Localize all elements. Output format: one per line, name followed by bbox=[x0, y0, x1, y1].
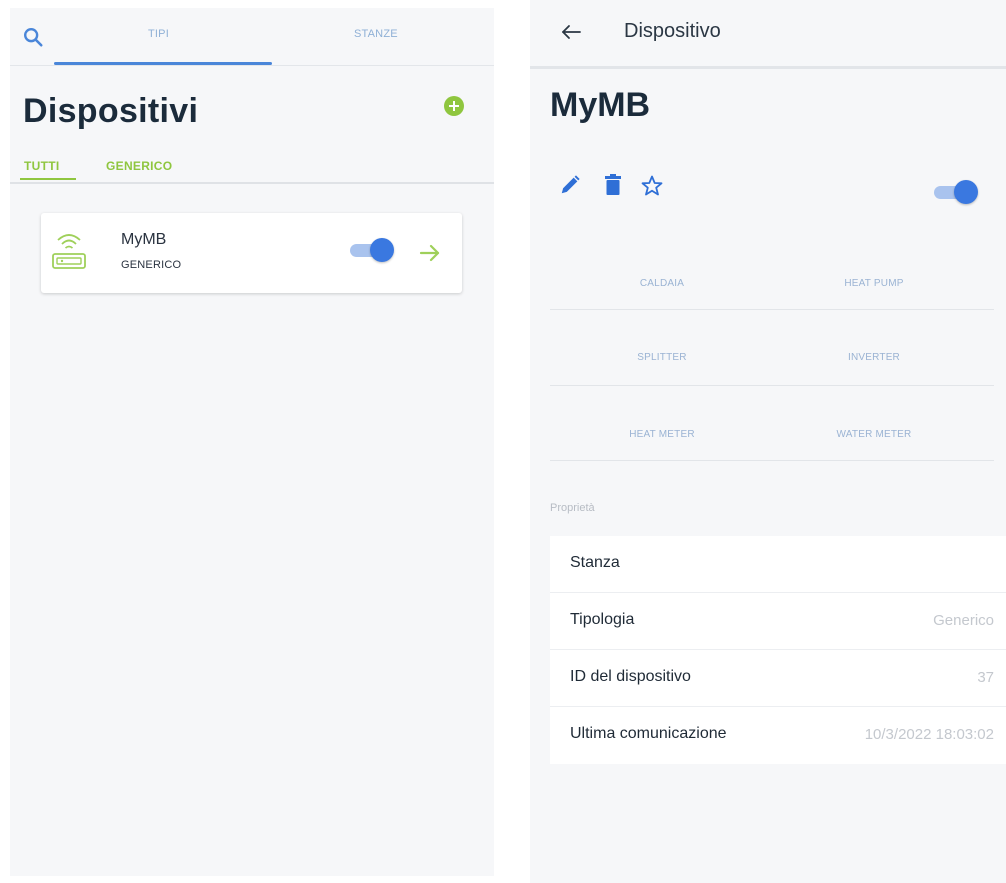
page-title: Dispositivi bbox=[23, 92, 199, 130]
edit-icon[interactable] bbox=[559, 174, 581, 196]
category-caldaia[interactable]: CALDAIA bbox=[582, 278, 742, 289]
category-heat-meter[interactable]: HEAT METER bbox=[582, 429, 742, 440]
back-arrow-icon[interactable] bbox=[560, 22, 582, 42]
property-value: 10/3/2022 18:03:02 bbox=[864, 726, 994, 743]
app-bar-title: Dispositivo bbox=[624, 20, 721, 42]
properties-label: Proprietà bbox=[550, 502, 595, 514]
property-row-tipologia[interactable]: Tipologia Generico bbox=[550, 593, 1006, 650]
divider bbox=[550, 385, 994, 386]
category-inverter[interactable]: INVERTER bbox=[794, 352, 954, 363]
star-icon[interactable] bbox=[640, 174, 664, 198]
property-key: Tipologia bbox=[570, 611, 635, 628]
router-icon bbox=[52, 234, 86, 269]
property-value: 37 bbox=[977, 669, 994, 686]
category-splitter[interactable]: SPLITTER bbox=[582, 352, 742, 363]
arrow-right-icon[interactable] bbox=[419, 243, 441, 263]
property-key: ID del dispositivo bbox=[570, 668, 691, 685]
active-filter-indicator bbox=[20, 178, 76, 180]
device-card[interactable]: MyMB GENERICO bbox=[41, 213, 462, 293]
add-circle-icon[interactable] bbox=[444, 96, 464, 116]
filter-tutti[interactable]: TUTTI bbox=[24, 159, 60, 173]
divider bbox=[10, 65, 494, 66]
device-title: MyMB bbox=[550, 86, 651, 124]
property-row-stanza[interactable]: Stanza bbox=[550, 536, 1006, 593]
device-type: GENERICO bbox=[121, 259, 182, 271]
device-enable-toggle[interactable] bbox=[934, 180, 978, 204]
tab-stanze[interactable]: STANZE bbox=[354, 28, 398, 40]
property-key: Ultima comunicazione bbox=[570, 725, 727, 742]
property-row-id: ID del dispositivo 37 bbox=[550, 650, 1006, 707]
divider bbox=[10, 182, 494, 184]
properties-list: Stanza Tipologia Generico ID del disposi… bbox=[550, 536, 1006, 764]
top-tab-bar: TIPI STANZE bbox=[10, 8, 494, 66]
device-enable-toggle[interactable] bbox=[350, 238, 394, 262]
devices-list-screen: TIPI STANZE Dispositivi TUTTI GENERICO M… bbox=[10, 8, 494, 876]
property-row-last-communication: Ultima comunicazione 10/3/2022 18:03:02 bbox=[550, 707, 1006, 764]
divider bbox=[530, 66, 1006, 69]
divider bbox=[550, 309, 994, 310]
device-detail-screen: Dispositivo MyMB CALDAIA HEAT PUMP SPLIT… bbox=[530, 0, 1006, 883]
filter-generico[interactable]: GENERICO bbox=[106, 159, 172, 173]
divider bbox=[550, 460, 994, 461]
property-value: Generico bbox=[933, 612, 994, 629]
trash-icon[interactable] bbox=[602, 173, 624, 197]
category-heat-pump[interactable]: HEAT PUMP bbox=[794, 278, 954, 289]
search-icon[interactable] bbox=[22, 26, 44, 48]
toggle-knob bbox=[370, 238, 394, 262]
category-water-meter[interactable]: WATER METER bbox=[794, 429, 954, 440]
device-name: MyMB bbox=[121, 231, 167, 248]
toggle-knob bbox=[954, 180, 978, 204]
tab-tipi[interactable]: TIPI bbox=[148, 28, 169, 40]
property-key: Stanza bbox=[570, 554, 620, 571]
